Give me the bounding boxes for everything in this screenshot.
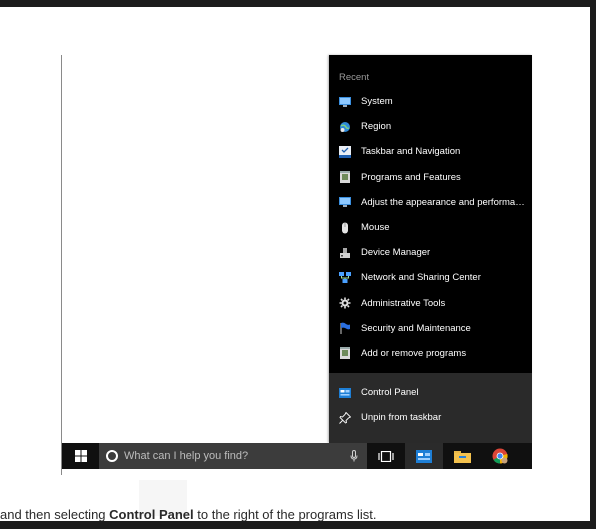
caption-strong: Control Panel bbox=[109, 507, 194, 521]
network-icon bbox=[339, 271, 351, 283]
recent-item-label: Administrative Tools bbox=[361, 297, 446, 309]
file-explorer-button[interactable] bbox=[443, 443, 481, 469]
control-panel-jumplist: Recent System Region Taskbar and Navigatio… bbox=[329, 55, 532, 443]
device-manager-icon-wrap bbox=[339, 247, 351, 259]
action-item[interactable]: Unpin from taskbar bbox=[329, 405, 532, 430]
action-item-label: Unpin from taskbar bbox=[361, 412, 442, 423]
mouse-icon-wrap bbox=[339, 222, 351, 234]
recent-item[interactable]: Taskbar and Navigation bbox=[329, 139, 532, 164]
windows-screenshot: Recent System Region Taskbar and Navigatio… bbox=[61, 55, 532, 475]
system-monitor-icon-wrap bbox=[339, 196, 351, 208]
search-placeholder: What can I help you find? bbox=[124, 450, 249, 462]
system-monitor-icon-wrap bbox=[339, 96, 351, 108]
jumplist-actions: Control Panel Unpin from taskbar bbox=[329, 373, 532, 443]
recent-item-label: Device Manager bbox=[361, 247, 431, 259]
control-panel-taskbar-button[interactable] bbox=[405, 443, 443, 469]
region-globe-icon bbox=[340, 121, 350, 132]
programs-features-icon bbox=[340, 347, 350, 360]
taskbar: What can I help you find? bbox=[62, 443, 532, 469]
page-edge bbox=[590, 0, 596, 529]
article-page: Recent System Region Taskbar and Navigatio… bbox=[0, 7, 590, 521]
taskbar-navigation-icon bbox=[339, 145, 351, 158]
start-button[interactable] bbox=[62, 443, 99, 469]
recent-item[interactable]: Security and Maintenance bbox=[329, 316, 532, 341]
control-panel-icon bbox=[416, 449, 432, 463]
recent-item[interactable]: Network and Sharing Center bbox=[329, 265, 532, 290]
start-icon bbox=[74, 450, 87, 462]
programs-features-icon-wrap bbox=[339, 171, 351, 184]
task-view-icon bbox=[378, 450, 394, 462]
system-monitor-icon bbox=[339, 197, 351, 208]
unpin-icon-wrap bbox=[339, 411, 351, 424]
taskbar-navigation-icon-wrap bbox=[339, 145, 351, 158]
control-panel-icon-wrap bbox=[339, 387, 351, 399]
microphone-icon[interactable] bbox=[350, 450, 358, 462]
programs-features-icon-wrap bbox=[339, 347, 351, 360]
recent-item[interactable]: System bbox=[329, 89, 532, 114]
mouse-icon bbox=[342, 222, 348, 234]
system-monitor-icon bbox=[339, 96, 351, 107]
unpin-icon bbox=[339, 411, 351, 424]
control-panel-icon bbox=[339, 387, 351, 398]
recent-item[interactable]: Device Manager bbox=[329, 240, 532, 265]
recent-item[interactable]: Adjust the appearance and performance of… bbox=[329, 190, 532, 215]
recent-item-label: Add or remove programs bbox=[361, 347, 467, 359]
security-flag-icon-wrap bbox=[339, 322, 351, 335]
recent-item[interactable]: Add or remove programs bbox=[329, 341, 532, 366]
recent-list: System Region Taskbar and Navigation Progra… bbox=[329, 89, 532, 366]
recent-item-label: Region bbox=[361, 121, 392, 133]
admin-tools-gear-icon bbox=[339, 297, 351, 309]
recent-item-label: Adjust the appearance and performance of… bbox=[361, 196, 529, 208]
chrome-icon bbox=[492, 448, 508, 464]
recent-item[interactable]: Region bbox=[329, 114, 532, 139]
recent-item-label: Taskbar and Navigation bbox=[361, 146, 461, 158]
security-flag-icon bbox=[340, 322, 350, 335]
cortana-icon[interactable] bbox=[106, 450, 118, 462]
recent-item[interactable]: Programs and Features bbox=[329, 165, 532, 190]
task-view-button[interactable] bbox=[367, 443, 405, 469]
recent-item-label: System bbox=[361, 96, 393, 108]
file-explorer-icon bbox=[453, 450, 471, 463]
action-item[interactable]: Control Panel bbox=[329, 380, 532, 405]
caption-before: and then selecting bbox=[0, 507, 110, 521]
recent-item[interactable]: Administrative Tools bbox=[329, 291, 532, 316]
device-manager-icon bbox=[340, 247, 350, 258]
jumplist-header: Recent bbox=[339, 72, 370, 83]
action-item-label: Control Panel bbox=[361, 387, 419, 398]
recent-item-label: Programs and Features bbox=[361, 171, 461, 183]
article-caption: and then selecting Control Panel to the … bbox=[0, 505, 590, 521]
recent-item-label: Mouse bbox=[361, 222, 390, 234]
search-box[interactable]: What can I help you find? bbox=[99, 443, 367, 469]
region-globe-icon-wrap bbox=[339, 121, 351, 133]
recent-item-label: Security and Maintenance bbox=[361, 322, 471, 334]
recent-item-label: Network and Sharing Center bbox=[361, 272, 481, 284]
network-icon-wrap bbox=[339, 271, 351, 284]
programs-features-icon bbox=[340, 171, 350, 184]
recent-item[interactable]: Mouse bbox=[329, 215, 532, 240]
admin-tools-gear-icon-wrap bbox=[339, 297, 351, 309]
chrome-button[interactable] bbox=[481, 443, 519, 469]
caption-after: to the right of the programs list. bbox=[193, 507, 377, 521]
